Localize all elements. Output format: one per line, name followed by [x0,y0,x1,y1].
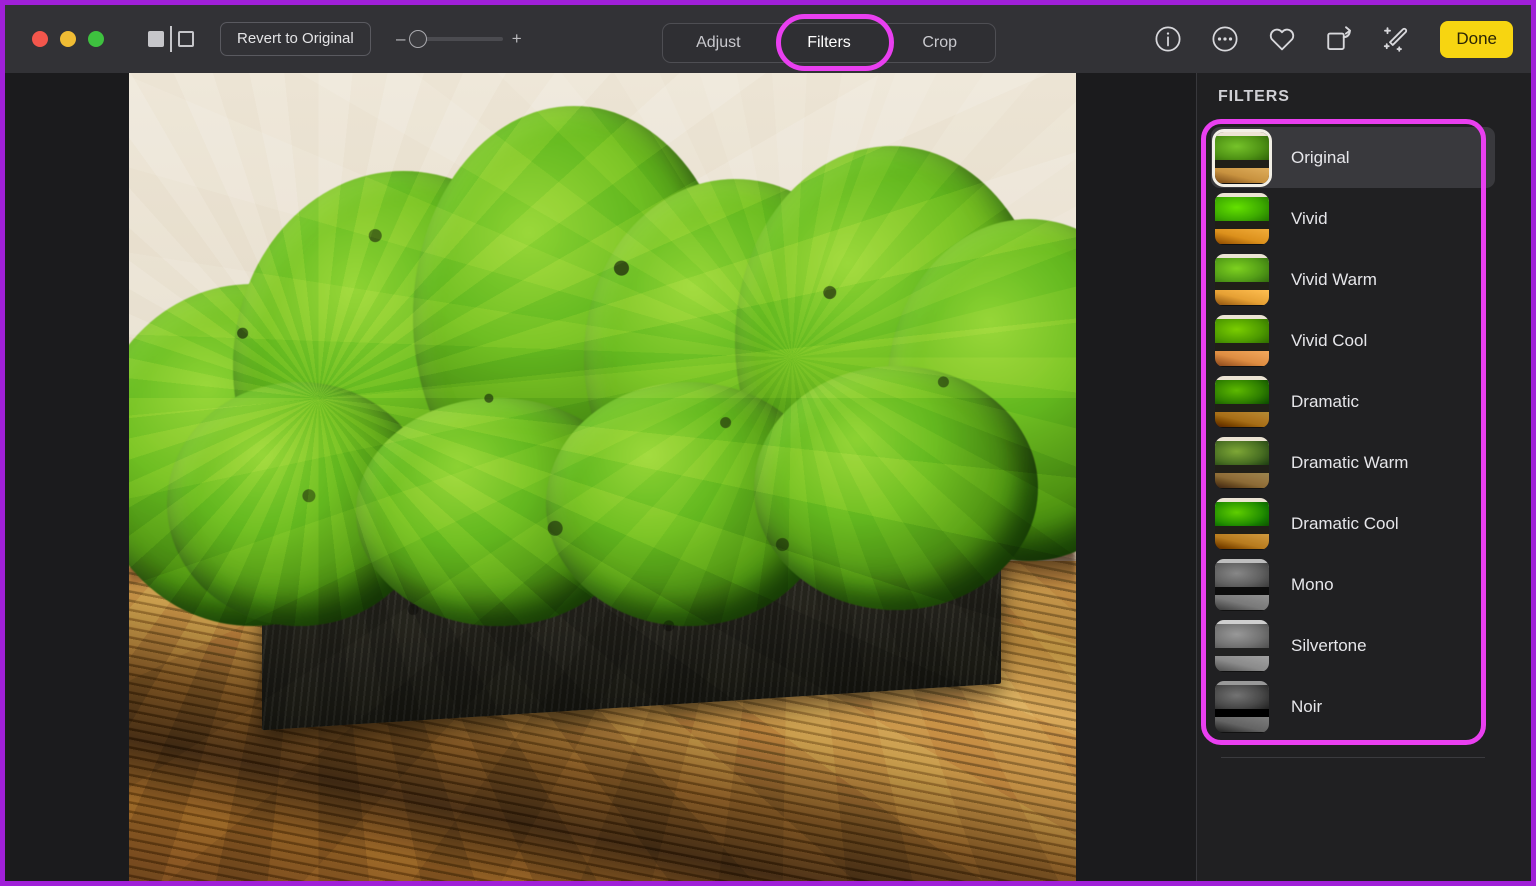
filter-item-vivid[interactable]: Vivid [1211,188,1495,249]
tab-crop[interactable]: Crop [884,24,995,62]
zoom-slider-track[interactable] [408,30,503,48]
filter-label: Vivid [1291,208,1328,228]
filter-label: Dramatic Warm [1291,452,1409,472]
compare-divider [170,26,172,52]
done-button[interactable]: Done [1440,20,1513,58]
compare-filled-square [148,31,164,47]
sidebar-title: FILTERS [1218,88,1290,105]
filter-item-noir[interactable]: Noir [1211,676,1495,737]
maximize-button[interactable] [88,31,104,47]
window-controls [32,31,104,47]
filter-item-vivid-cool[interactable]: Vivid Cool [1211,310,1495,371]
photos-editor-window: Revert to Original – + Adjust Filters Cr… [0,0,1536,886]
filter-thumbnail [1215,192,1269,245]
zoom-slider-control[interactable]: – + [395,29,523,49]
filter-thumbnail [1215,131,1269,184]
tab-adjust[interactable]: Adjust [663,24,774,62]
filter-label: Vivid Cool [1291,330,1368,350]
zoom-out-icon[interactable]: – [395,29,407,49]
filter-item-original[interactable]: Original [1211,127,1495,188]
filter-list: Original Vivid Vivid Warm Vivid Cool Dra… [1211,127,1495,737]
more-icon[interactable] [1210,24,1240,54]
filters-sidebar: FILTERS Original Vivid Vivid Warm Vivid … [1196,73,1531,881]
filter-label: Mono [1291,574,1334,594]
filter-thumbnail [1215,680,1269,733]
auto-enhance-icon[interactable] [1381,24,1411,54]
filter-thumbnail [1215,314,1269,367]
zoom-slider-knob[interactable] [408,30,427,48]
filter-item-dramatic[interactable]: Dramatic [1211,371,1495,432]
filter-label: Vivid Warm [1291,269,1377,289]
filter-label: Original [1291,147,1350,167]
filter-item-vivid-warm[interactable]: Vivid Warm [1211,249,1495,310]
photo-preview[interactable] [129,73,1076,881]
close-button[interactable] [32,31,48,47]
filter-thumbnail [1215,436,1269,489]
filter-thumbnail [1215,497,1269,550]
compare-split-icon[interactable] [148,26,194,52]
revert-to-original-button[interactable]: Revert to Original [220,22,371,56]
info-icon[interactable] [1153,24,1183,54]
filter-item-mono[interactable]: Mono [1211,554,1495,615]
filter-thumbnail [1215,619,1269,672]
filter-thumbnail [1215,558,1269,611]
compare-outline-square [178,31,194,47]
filter-label: Silvertone [1291,635,1367,655]
edit-mode-segmented-control: Adjust Filters Crop [662,23,996,63]
sidebar-divider [1221,757,1485,758]
toolbar-actions: Done [1153,5,1513,73]
filter-label: Dramatic [1291,391,1360,411]
filter-item-dramatic-warm[interactable]: Dramatic Warm [1211,432,1495,493]
toolbar: Revert to Original – + Adjust Filters Cr… [5,5,1531,73]
minimize-button[interactable] [60,31,76,47]
filter-item-silvertone[interactable]: Silvertone [1211,615,1495,676]
filter-label: Noir [1291,696,1323,716]
photo-moss [129,73,1076,881]
filter-thumbnail [1215,375,1269,428]
heart-icon[interactable] [1267,24,1297,54]
filter-item-dramatic-cool[interactable]: Dramatic Cool [1211,493,1495,554]
rotate-icon[interactable] [1324,24,1354,54]
photo-canvas [5,73,1196,881]
filter-label: Dramatic Cool [1291,513,1399,533]
tab-filters[interactable]: Filters [774,24,885,62]
filter-thumbnail [1215,253,1269,306]
zoom-in-icon[interactable]: + [511,29,523,49]
